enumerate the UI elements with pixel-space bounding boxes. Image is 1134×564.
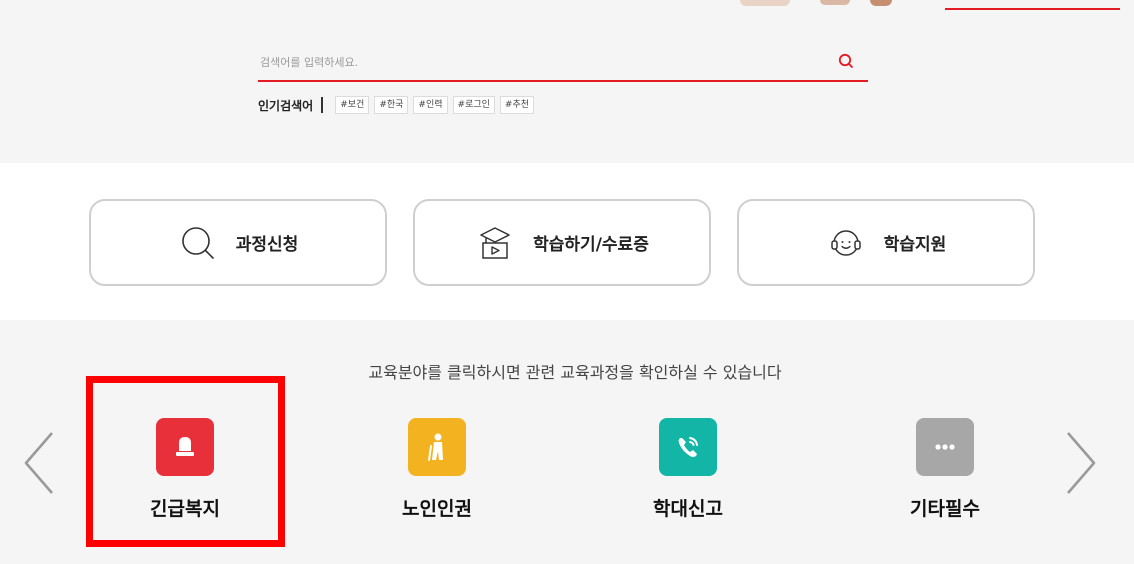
course-apply-label: 과정신청	[235, 235, 299, 255]
graduation-play-icon	[475, 223, 515, 263]
keyword-tag[interactable]: #인력	[413, 96, 448, 114]
keyword-tag[interactable]: #로그인	[452, 96, 495, 114]
search-input[interactable]	[258, 45, 818, 79]
category-label: 기타필수	[910, 498, 980, 520]
divider	[321, 97, 324, 113]
category-emergency-welfare[interactable]: 긴급복지	[100, 418, 270, 528]
category-label: 학대신고	[653, 498, 723, 520]
category-description: 교육분야를 클릭하시면 관련 교육과정을 확인하실 수 있습니다	[368, 363, 782, 382]
phone-call-icon	[659, 418, 717, 476]
hero-banner-edge	[720, 0, 940, 10]
keyword-tag[interactable]: #보건	[335, 96, 370, 114]
search-icon[interactable]	[836, 51, 856, 71]
search-icon	[178, 223, 218, 263]
category-elderly-rights[interactable]: 노인인권	[352, 418, 522, 528]
course-apply-button[interactable]: 과정신청	[89, 199, 387, 286]
category-other-required[interactable]: 기타필수	[860, 418, 1030, 528]
popular-keywords: 인기검색어 #보건 #한국 #인력 #로그인 #추천	[258, 95, 539, 115]
study-certificate-label: 학습하기/수료증	[533, 235, 649, 255]
search-section: 인기검색어 #보건 #한국 #인력 #로그인 #추천	[0, 0, 1134, 163]
category-abuse-report[interactable]: 학대신고	[603, 418, 773, 528]
hero-accent-line	[945, 8, 1120, 10]
study-certificate-button[interactable]: 학습하기/수료증	[413, 199, 711, 286]
search-box	[258, 45, 868, 82]
keyword-tag[interactable]: #한국	[374, 96, 409, 114]
elderly-person-icon	[408, 418, 466, 476]
category-label: 노인인권	[402, 498, 472, 520]
alarm-bell-icon	[156, 418, 214, 476]
popular-keywords-label: 인기검색어	[258, 98, 314, 113]
next-arrow-icon[interactable]	[1062, 428, 1102, 498]
headset-icon	[826, 223, 866, 263]
learning-support-label: 학습지원	[883, 235, 947, 255]
keyword-tag[interactable]: #추천	[499, 96, 535, 114]
learning-support-button[interactable]: 학습지원	[737, 199, 1035, 286]
category-label: 긴급복지	[150, 498, 220, 520]
more-dots-icon	[916, 418, 974, 476]
prev-arrow-icon[interactable]	[18, 428, 58, 498]
